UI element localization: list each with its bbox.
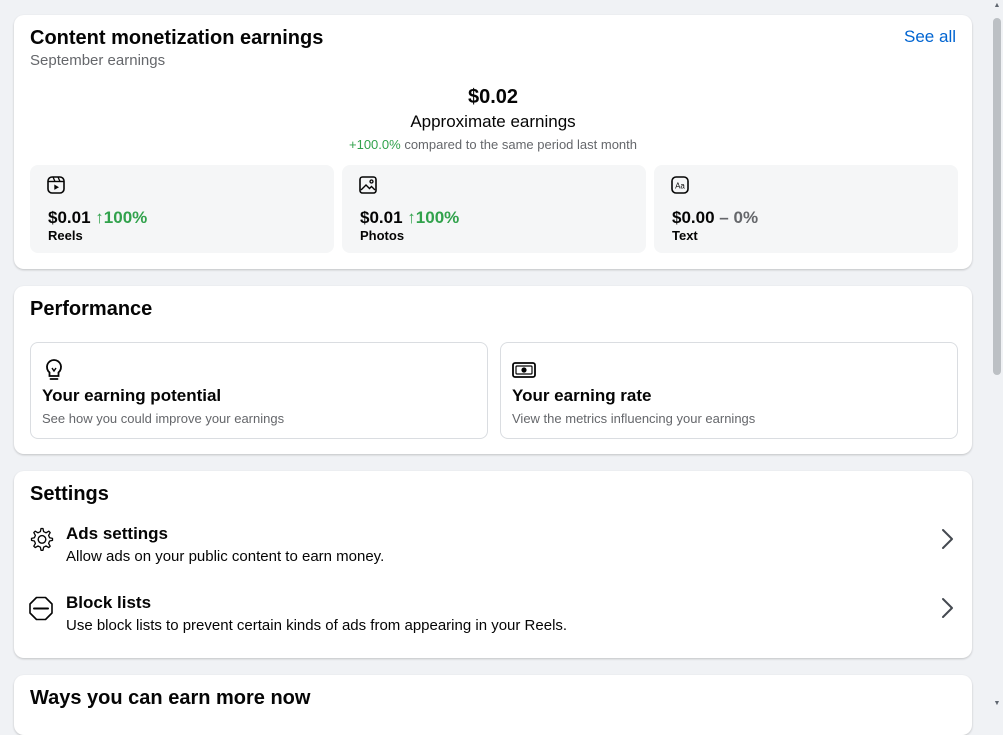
photos-arrow-up-icon: ↑ xyxy=(407,208,416,227)
photos-change: 100% xyxy=(415,208,460,227)
money-icon xyxy=(512,362,536,378)
text-change: 0% xyxy=(733,208,759,227)
block-lists-row[interactable]: Block lists Use block lists to prevent c… xyxy=(14,593,972,653)
settings-title: Settings xyxy=(30,483,109,505)
ways-title: Ways you can earn more now xyxy=(30,687,311,709)
earnings-card: Content monetization earnings September … xyxy=(14,15,972,269)
reels-arrow-up-icon: ↑ xyxy=(95,208,104,227)
photo-icon xyxy=(359,176,377,194)
lightbulb-icon xyxy=(46,359,62,380)
earnings-title: Content monetization earnings xyxy=(30,27,324,49)
ads-settings-row[interactable]: Ads settings Allow ads on your public co… xyxy=(14,524,972,584)
reels-label: Reels xyxy=(48,228,83,243)
performance-title: Performance xyxy=(30,298,153,320)
ways-to-earn-card: Ways you can earn more now xyxy=(14,675,972,735)
scroll-down-arrow-icon[interactable]: ▼ xyxy=(993,700,1001,708)
earnings-amount: $0.02 xyxy=(467,86,519,108)
see-all-link[interactable]: See all xyxy=(904,27,956,47)
ads-settings-title: Ads settings xyxy=(66,524,169,543)
scroll-up-arrow-icon[interactable]: ▲ xyxy=(993,2,1001,10)
earning-potential-button[interactable]: Your earning potential See how you could… xyxy=(30,342,488,439)
text-earnings-tile: Aa $0.00 – 0% Text xyxy=(654,165,958,253)
reels-amount: $0.01 xyxy=(48,208,91,227)
reels-value: $0.01 ↑100% xyxy=(48,208,147,228)
earnings-amount-label: Approximate earnings xyxy=(410,112,576,131)
ads-settings-desc: Allow ads on your public content to earn… xyxy=(66,548,385,565)
earnings-subtitle: September earnings xyxy=(30,52,166,69)
chevron-right-icon xyxy=(942,598,953,618)
photos-earnings-tile: $0.01 ↑100% Photos xyxy=(342,165,646,253)
scrollbar-thumb[interactable] xyxy=(993,18,1001,375)
earning-rate-desc: View the metrics influencing your earnin… xyxy=(512,411,756,426)
comparison-change: +100.0% xyxy=(349,137,401,152)
reels-change: 100% xyxy=(103,208,148,227)
earnings-comparison: +100.0% compared to the same period last… xyxy=(14,137,972,152)
earning-rate-button[interactable]: Your earning rate View the metrics influ… xyxy=(500,342,958,439)
block-lists-title: Block lists xyxy=(66,593,152,612)
reels-icon xyxy=(47,176,65,194)
photos-amount: $0.01 xyxy=(360,208,403,227)
photos-value: $0.01 ↑100% xyxy=(360,208,459,228)
gear-icon xyxy=(30,527,54,551)
scrollbar[interactable]: ▲ ▼ xyxy=(991,0,1003,710)
earning-potential-desc: See how you could improve your earnings xyxy=(42,411,285,426)
performance-card: Performance Your earning potential See h… xyxy=(14,286,972,454)
text-icon: Aa xyxy=(671,176,689,194)
photos-label: Photos xyxy=(360,228,405,243)
reels-earnings-tile: $0.01 ↑100% Reels xyxy=(30,165,334,253)
earning-rate-title: Your earning rate xyxy=(512,386,652,405)
text-label: Text xyxy=(672,228,698,243)
earning-potential-title: Your earning potential xyxy=(42,386,222,405)
text-dash: – xyxy=(719,208,729,227)
chevron-right-icon xyxy=(942,529,953,549)
comparison-text: compared to the same period last month xyxy=(404,137,637,152)
block-lists-desc: Use block lists to prevent certain kinds… xyxy=(66,617,568,634)
svg-text:Aa: Aa xyxy=(675,182,685,191)
text-amount: $0.00 xyxy=(672,208,715,227)
text-value: $0.00 – 0% xyxy=(672,208,758,228)
block-icon xyxy=(29,596,53,621)
settings-card: Settings Ads settings Allow ads on your … xyxy=(14,471,972,658)
